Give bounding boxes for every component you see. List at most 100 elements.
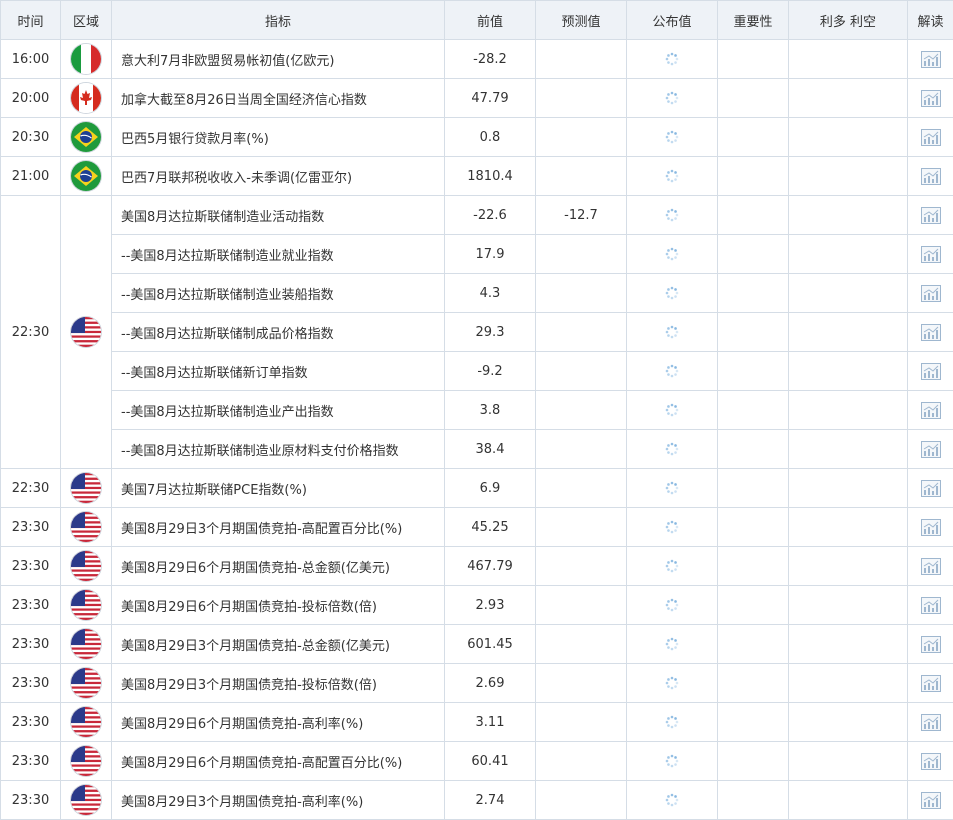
actual-value-cell xyxy=(627,313,718,352)
loading-spinner-icon xyxy=(665,481,679,495)
canada-flag-icon xyxy=(71,83,101,113)
interpretation-cell[interactable] xyxy=(908,547,953,586)
interpretation-cell[interactable] xyxy=(908,625,953,664)
actual-value-cell xyxy=(627,703,718,742)
loading-spinner-icon xyxy=(665,403,679,417)
actual-value-cell xyxy=(627,118,718,157)
importance-cell xyxy=(718,469,789,508)
chart-analysis-icon[interactable] xyxy=(921,714,941,731)
loading-spinner-icon xyxy=(665,754,679,768)
region-cell xyxy=(61,625,112,664)
header-importance: 重要性 xyxy=(718,1,789,40)
actual-value-cell xyxy=(627,469,718,508)
time-cell: 20:00 xyxy=(1,79,61,118)
interpretation-cell[interactable] xyxy=(908,664,953,703)
indicator-cell: 美国8月29日3个月期国债竞拍-高配置百分比(%) xyxy=(112,508,445,547)
indicator-cell: 美国8月29日3个月期国债竞拍-总金额(亿美元) xyxy=(112,625,445,664)
interpretation-cell[interactable] xyxy=(908,430,953,469)
indicator-cell: --美国8月达拉斯联储制造业产出指数 xyxy=(112,391,445,430)
table-row: 20:00加拿大截至8月26日当周全国经济信心指数47.79 xyxy=(1,79,953,118)
time-cell: 20:30 xyxy=(1,118,61,157)
chart-analysis-icon[interactable] xyxy=(921,207,941,224)
impact-cell xyxy=(789,352,908,391)
chart-analysis-icon[interactable] xyxy=(921,480,941,497)
chart-analysis-icon[interactable] xyxy=(921,402,941,419)
brazil-flag-icon xyxy=(71,122,101,152)
usa-flag-icon xyxy=(71,317,101,347)
time-cell: 23:30 xyxy=(1,703,61,742)
loading-spinner-icon xyxy=(665,793,679,807)
importance-cell xyxy=(718,274,789,313)
forecast-value-cell xyxy=(536,547,627,586)
chart-analysis-icon[interactable] xyxy=(921,792,941,809)
region-cell xyxy=(61,703,112,742)
chart-analysis-icon[interactable] xyxy=(921,129,941,146)
chart-analysis-icon[interactable] xyxy=(921,753,941,770)
chart-analysis-icon[interactable] xyxy=(921,597,941,614)
chart-analysis-icon[interactable] xyxy=(921,51,941,68)
usa-flag-icon xyxy=(71,590,101,620)
chart-analysis-icon[interactable] xyxy=(921,168,941,185)
interpretation-cell[interactable] xyxy=(908,196,953,235)
previous-value-cell: 6.9 xyxy=(445,469,536,508)
chart-analysis-icon[interactable] xyxy=(921,519,941,536)
previous-value-cell: 3.8 xyxy=(445,391,536,430)
chart-analysis-icon[interactable] xyxy=(921,246,941,263)
table-row: --美国8月达拉斯联储制造业产出指数3.8 xyxy=(1,391,953,430)
interpretation-cell[interactable] xyxy=(908,781,953,820)
interpretation-cell[interactable] xyxy=(908,703,953,742)
interpretation-cell[interactable] xyxy=(908,118,953,157)
indicator-cell: 美国8月29日6个月期国债竞拍-总金额(亿美元) xyxy=(112,547,445,586)
forecast-value-cell xyxy=(536,313,627,352)
interpretation-cell[interactable] xyxy=(908,40,953,79)
actual-value-cell xyxy=(627,547,718,586)
impact-cell xyxy=(789,742,908,781)
impact-cell xyxy=(789,157,908,196)
actual-value-cell xyxy=(627,157,718,196)
actual-value-cell xyxy=(627,274,718,313)
chart-analysis-icon[interactable] xyxy=(921,324,941,341)
interpretation-cell[interactable] xyxy=(908,235,953,274)
interpretation-cell[interactable] xyxy=(908,742,953,781)
chart-analysis-icon[interactable] xyxy=(921,363,941,380)
chart-analysis-icon[interactable] xyxy=(921,558,941,575)
chart-analysis-icon[interactable] xyxy=(921,90,941,107)
usa-flag-icon xyxy=(71,629,101,659)
interpretation-cell[interactable] xyxy=(908,391,953,430)
impact-cell xyxy=(789,508,908,547)
table-row: 21:00巴西7月联邦税收收入-未季调(亿雷亚尔)1810.4 xyxy=(1,157,953,196)
time-cell: 16:00 xyxy=(1,40,61,79)
usa-flag-icon xyxy=(71,707,101,737)
chart-analysis-icon[interactable] xyxy=(921,675,941,692)
actual-value-cell xyxy=(627,625,718,664)
interpretation-cell[interactable] xyxy=(908,79,953,118)
time-cell: 22:30 xyxy=(1,196,61,469)
impact-cell xyxy=(789,118,908,157)
interpretation-cell[interactable] xyxy=(908,352,953,391)
interpretation-cell[interactable] xyxy=(908,157,953,196)
loading-spinner-icon xyxy=(665,52,679,66)
header-time: 时间 xyxy=(1,1,61,40)
table-row: 23:30美国8月29日6个月期国债竞拍-高配置百分比(%)60.41 xyxy=(1,742,953,781)
interpretation-cell[interactable] xyxy=(908,508,953,547)
chart-analysis-icon[interactable] xyxy=(921,636,941,653)
usa-flag-icon xyxy=(71,551,101,581)
usa-flag-icon xyxy=(71,473,101,503)
interpretation-cell[interactable] xyxy=(908,274,953,313)
table-row: --美国8月达拉斯联储制成品价格指数29.3 xyxy=(1,313,953,352)
actual-value-cell xyxy=(627,430,718,469)
interpretation-cell[interactable] xyxy=(908,586,953,625)
chart-analysis-icon[interactable] xyxy=(921,441,941,458)
interpretation-cell[interactable] xyxy=(908,313,953,352)
table-row: 23:30美国8月29日3个月期国债竞拍-高配置百分比(%)45.25 xyxy=(1,508,953,547)
indicator-cell: 美国8月29日3个月期国债竞拍-投标倍数(倍) xyxy=(112,664,445,703)
chart-analysis-icon[interactable] xyxy=(921,285,941,302)
region-cell xyxy=(61,118,112,157)
importance-cell xyxy=(718,703,789,742)
interpretation-cell[interactable] xyxy=(908,469,953,508)
forecast-value-cell xyxy=(536,742,627,781)
impact-cell xyxy=(789,235,908,274)
impact-cell xyxy=(789,703,908,742)
importance-cell xyxy=(718,547,789,586)
loading-spinner-icon xyxy=(665,247,679,261)
